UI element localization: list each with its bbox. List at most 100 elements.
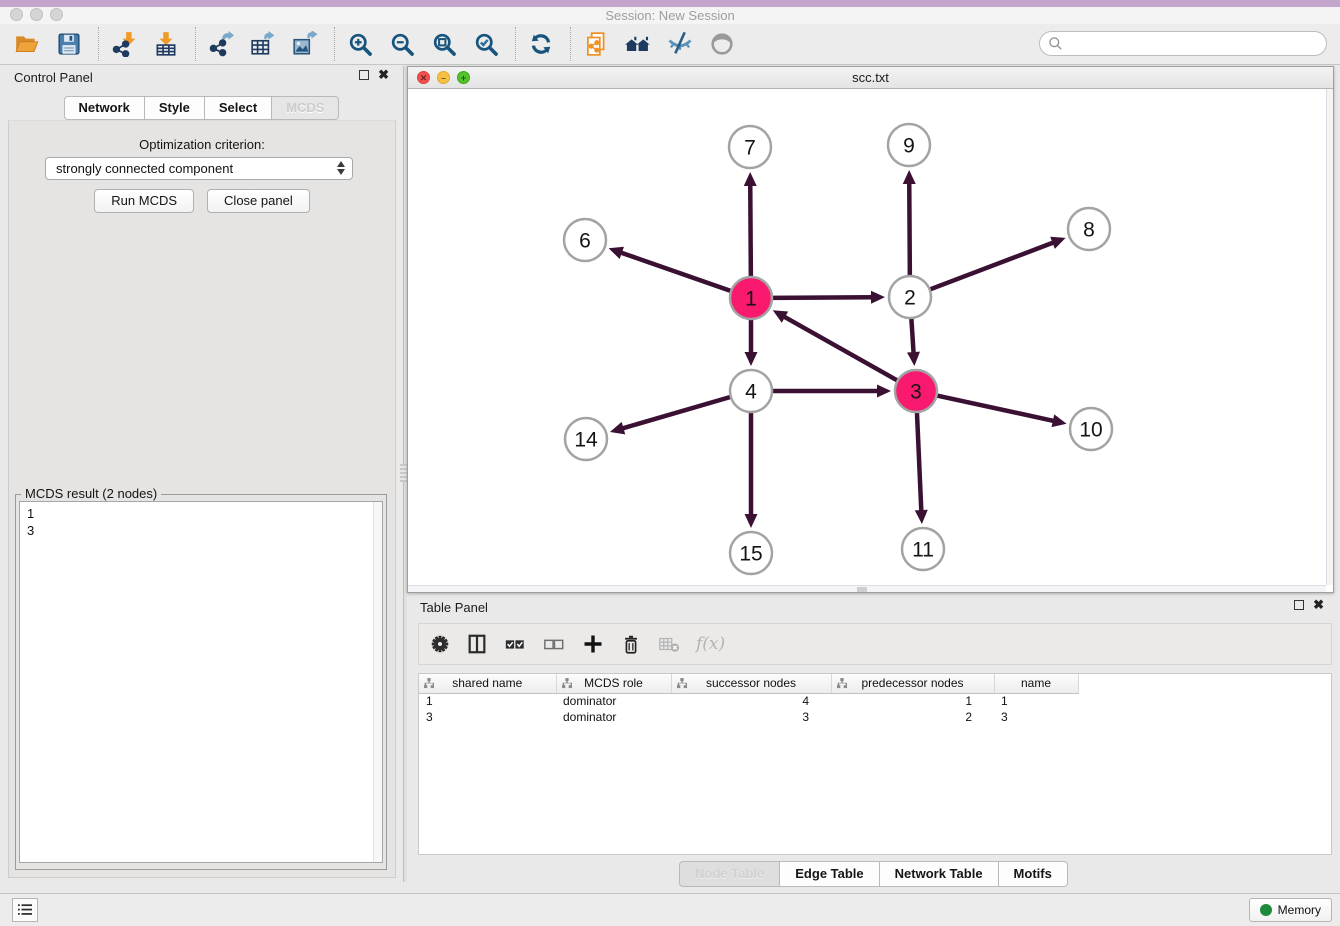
graph-node-3[interactable]: 3 <box>895 370 937 412</box>
zoom-out-button[interactable] <box>387 29 417 59</box>
graph-edge-1-7[interactable] <box>750 184 751 276</box>
edge-arrowhead <box>907 352 920 366</box>
delete-trash-icon[interactable] <box>620 633 642 656</box>
refresh-button[interactable] <box>526 29 556 59</box>
new-network-from-selection-button[interactable] <box>581 29 611 59</box>
svg-text:11: 11 <box>912 539 934 562</box>
import-table-icon <box>153 31 179 57</box>
close-panel-icon[interactable]: ✖ <box>1313 600 1324 610</box>
close-panel-button[interactable]: Close panel <box>207 189 310 213</box>
main-toolbar <box>0 24 1340 65</box>
show-all-button[interactable] <box>707 29 737 59</box>
zoom-fit-button[interactable] <box>429 29 459 59</box>
export-image-button[interactable] <box>290 29 320 59</box>
edge-arrowhead <box>744 172 757 186</box>
tab-network[interactable]: Network <box>64 96 145 120</box>
network-horizontal-scrollbar[interactable] <box>408 585 1326 592</box>
criterion-dropdown[interactable]: strongly connected component <box>45 157 353 180</box>
export-table-button[interactable] <box>248 29 278 59</box>
scrollbar-thumb[interactable] <box>857 587 867 592</box>
control-panel-title: Control Panel <box>14 70 93 85</box>
run-mcds-button[interactable]: Run MCDS <box>94 189 194 213</box>
tab-mcds[interactable]: MCDS <box>272 96 339 120</box>
column-type-icon <box>837 678 847 689</box>
tab-select[interactable]: Select <box>205 96 272 120</box>
column-header-successor-nodes[interactable]: successor nodes <box>671 674 831 693</box>
deselect-all-icon[interactable] <box>542 633 566 655</box>
edge-arrowhead <box>903 170 916 184</box>
float-panel-icon[interactable] <box>1294 600 1304 610</box>
zoom-selected-button[interactable] <box>471 29 501 59</box>
export-network-button[interactable] <box>206 29 236 59</box>
result-scrollbar[interactable] <box>373 502 382 862</box>
graph-edge-2-8[interactable] <box>931 242 1055 289</box>
float-panel-icon[interactable] <box>359 70 369 80</box>
tab-motifs[interactable]: Motifs <box>999 861 1068 887</box>
close-panel-icon[interactable]: ✖ <box>378 70 389 80</box>
table-row[interactable]: 3dominator323 <box>419 709 1078 725</box>
graph-edge-3-10[interactable] <box>937 396 1054 421</box>
hide-selected-button[interactable] <box>665 29 695 59</box>
table-row[interactable]: 1dominator411 <box>419 693 1078 709</box>
graph-node-6[interactable]: 6 <box>564 219 606 261</box>
column-header-name[interactable]: name <box>994 674 1078 693</box>
graph-node-11[interactable]: 11 <box>902 528 944 570</box>
graph-node-9[interactable]: 9 <box>888 124 930 166</box>
refresh-icon <box>528 31 554 57</box>
tab-node-table[interactable]: Node Table <box>679 861 780 887</box>
task-history-button[interactable] <box>12 898 38 922</box>
edge-arrowhead <box>871 291 885 304</box>
save-session-button[interactable] <box>54 29 84 59</box>
graph-node-1[interactable]: 1 <box>730 277 772 319</box>
select-all-icon[interactable] <box>503 633 527 655</box>
column-header-shared-name[interactable]: shared name <box>419 674 556 693</box>
graph-edge-2-3[interactable] <box>911 319 913 354</box>
first-neighbors-icon <box>624 30 652 58</box>
search-input[interactable] <box>1039 31 1327 56</box>
graph-node-15[interactable]: 15 <box>730 532 772 574</box>
import-table-button[interactable] <box>151 29 181 59</box>
column-header-predecessor-nodes[interactable]: predecessor nodes <box>831 674 994 693</box>
edge-arrowhead <box>745 352 758 366</box>
network-view-window: ✕ – + scc.txt 7 9 6 8 1 2 4 3 14 10 15 11 <box>407 66 1334 593</box>
memory-button[interactable]: Memory <box>1249 898 1332 922</box>
mcds-result-text[interactable]: 1 3 <box>19 501 383 863</box>
graph-edge-3-1[interactable] <box>783 316 897 380</box>
table-settings-gear-icon[interactable] <box>429 633 451 655</box>
graph-edge-3-11[interactable] <box>917 413 921 512</box>
edge-arrowhead <box>745 514 758 528</box>
graph-node-14[interactable]: 14 <box>565 418 607 460</box>
edge-arrowhead <box>915 510 928 524</box>
graph-edge-4-14[interactable] <box>622 397 730 429</box>
import-network-button[interactable] <box>109 29 139 59</box>
toolbar-separator <box>98 27 99 61</box>
graph-node-8[interactable]: 8 <box>1068 208 1110 250</box>
tab-edge-table[interactable]: Edge Table <box>780 861 879 887</box>
tab-style[interactable]: Style <box>145 96 205 120</box>
graph-edge-1-6[interactable] <box>620 252 730 291</box>
optimization-criterion-label: Optimization criterion: <box>9 137 395 152</box>
new-network-from-selection-icon <box>583 31 609 57</box>
network-window-titlebar: ✕ – + scc.txt <box>408 67 1333 89</box>
graph-edge-2-9[interactable] <box>909 182 910 275</box>
delete-table-icon-disabled <box>657 633 681 655</box>
column-header-mcds-role[interactable]: MCDS role <box>556 674 671 693</box>
graph-node-2[interactable]: 2 <box>889 276 931 318</box>
toolbar-separator <box>334 27 335 61</box>
tab-network-table[interactable]: Network Table <box>880 861 999 887</box>
graph-node-10[interactable]: 10 <box>1070 408 1112 450</box>
svg-text:10: 10 <box>1079 419 1102 442</box>
graph-edge-1-2[interactable] <box>773 297 873 298</box>
mcds-result-title: MCDS result (2 nodes) <box>21 486 161 501</box>
add-column-icon[interactable] <box>581 632 605 656</box>
graph-node-7[interactable]: 7 <box>729 126 771 168</box>
network-vertical-scrollbar[interactable] <box>1326 89 1333 585</box>
first-neighbors-button[interactable] <box>623 29 653 59</box>
graph-node-4[interactable]: 4 <box>730 370 772 412</box>
show-columns-icon[interactable] <box>466 633 488 655</box>
network-graph[interactable]: 7 9 6 8 1 2 4 3 14 10 15 11 <box>408 89 1333 587</box>
network-canvas[interactable]: 7 9 6 8 1 2 4 3 14 10 15 11 <box>408 89 1333 587</box>
open-session-button[interactable] <box>12 29 42 59</box>
zoom-in-button[interactable] <box>345 29 375 59</box>
function-builder-icon-disabled: f(x) <box>696 634 725 654</box>
